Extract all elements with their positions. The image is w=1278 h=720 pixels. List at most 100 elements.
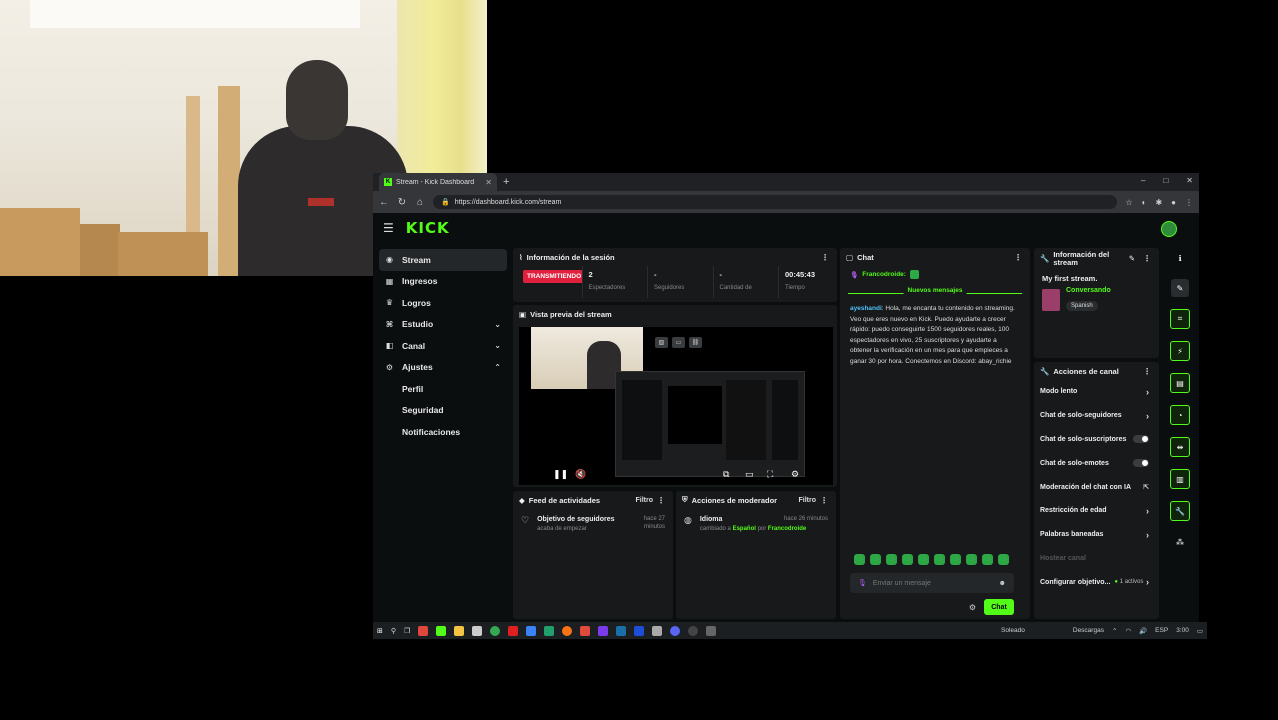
stream-category[interactable]: Conversando (1066, 287, 1111, 294)
back-icon[interactable]: ← (379, 197, 389, 208)
app-icon[interactable] (580, 625, 591, 636)
reload-icon[interactable]: ↻ (397, 197, 407, 208)
app-icon[interactable] (526, 625, 537, 636)
discord-icon[interactable] (670, 625, 681, 636)
edit-icon[interactable]: ✎ (1129, 255, 1135, 263)
sidebar-subitem-perfil[interactable]: Perfil (379, 378, 507, 400)
app-icon[interactable] (436, 625, 447, 636)
steam-icon[interactable] (616, 625, 627, 636)
emote-icon[interactable] (998, 554, 1009, 565)
filter-button[interactable]: Filtro (636, 497, 654, 504)
emote-icon[interactable] (854, 554, 865, 565)
maximize-button[interactable]: □ (1163, 176, 1168, 185)
lightning-icon[interactable]: ⚡ (1170, 341, 1190, 361)
clip-icon[interactable]: ⌗ (1170, 309, 1190, 329)
kick-logo[interactable]: KICK (406, 219, 450, 237)
emote-icon[interactable] (870, 554, 881, 565)
url-field[interactable]: 🔒 https://dashboard.kick.com/stream (433, 195, 1118, 209)
chat-send-button[interactable]: Chat (984, 599, 1014, 615)
emote-icon[interactable] (934, 554, 945, 565)
raid-icon[interactable]: ⇹ (1170, 437, 1190, 457)
menu-icon[interactable]: ⋮ (1185, 198, 1193, 207)
app-icon[interactable] (544, 625, 555, 636)
sidebar-item-ingresos[interactable]: ▦ Ingresos (379, 271, 507, 293)
more-icon[interactable]: ⋮ (820, 496, 828, 505)
emote-icon[interactable] (966, 554, 977, 565)
emote-icon[interactable] (950, 554, 961, 565)
minimize-button[interactable]: – (1141, 176, 1145, 185)
chat-bubble-icon[interactable]: ◔ (1170, 405, 1190, 425)
edit-icon[interactable]: ✎ (1171, 279, 1189, 297)
chat-username[interactable]: ayeshandi (850, 305, 882, 312)
browser-tab[interactable]: K Stream - Kick Dashboard ✕ (379, 173, 497, 191)
sidebar-item-stream[interactable]: ◉ Stream (379, 249, 507, 271)
tray-chevron-icon[interactable]: ⌃ (1112, 627, 1117, 635)
puzzle-icon[interactable]: ✱ (1155, 198, 1162, 207)
obs-icon[interactable] (688, 625, 699, 636)
mod-user[interactable]: Francodroide (768, 526, 806, 532)
emote-icon[interactable] (902, 554, 913, 565)
more-icon[interactable]: ⋮ (1143, 367, 1151, 376)
folder-icon[interactable] (454, 625, 465, 636)
action-followers-only[interactable]: Chat de solo-seguidores › (1034, 404, 1159, 428)
emote-icon[interactable] (918, 554, 929, 565)
action-emotes-only[interactable]: Chat de solo-emotes (1034, 451, 1159, 475)
filter-button[interactable]: Filtro (799, 497, 817, 504)
sidebar-subitem-notificaciones[interactable]: Notificaciones (379, 421, 507, 443)
settings-icon[interactable]: ⚙ (791, 469, 799, 480)
avatar[interactable] (1161, 221, 1177, 237)
hamburger-icon[interactable]: ☰ (383, 221, 394, 235)
emote-icon[interactable] (886, 554, 897, 565)
app-icon[interactable] (472, 625, 483, 636)
app-icon[interactable] (598, 625, 609, 636)
app-icon[interactable] (652, 625, 663, 636)
chrome-icon[interactable] (490, 625, 501, 636)
network-icon[interactable]: ◠ (1125, 627, 1131, 635)
action-configure-goal[interactable]: Configurar objetivo... ● 1 activos › (1034, 570, 1159, 594)
firefox-icon[interactable] (562, 625, 573, 636)
pause-icon[interactable]: ❚❚ (553, 469, 568, 480)
sidebar-item-estudio[interactable]: ⌘ Estudio ⌄ (379, 314, 507, 336)
document-icon[interactable]: ▤ (1170, 373, 1190, 393)
image-icon[interactable]: ▧ (655, 337, 668, 348)
sidebar-subitem-seguridad[interactable]: Seguridad (379, 400, 507, 422)
action-age-restriction[interactable]: Restricción de edad › (1034, 499, 1159, 523)
pip-icon[interactable]: ⧉ (723, 469, 729, 480)
volume-icon[interactable]: 🔊 (1139, 627, 1147, 635)
notification-icon[interactable]: ▭ (1197, 627, 1203, 635)
close-window-button[interactable]: ✕ (1186, 176, 1193, 185)
star-icon[interactable]: ☆ (1125, 198, 1132, 207)
home-icon[interactable]: ⌂ (415, 197, 425, 208)
tab-close-icon[interactable]: ✕ (485, 178, 492, 187)
app-icon[interactable] (418, 625, 429, 636)
screen-icon[interactable]: ▭ (672, 337, 685, 348)
emoji-icon[interactable]: ☻ (999, 580, 1006, 587)
info-icon[interactable]: ℹ (1171, 249, 1189, 267)
action-slow-mode[interactable]: Modo lento › (1034, 380, 1159, 404)
sidebar-item-logros[interactable]: ♛ Logros (379, 292, 507, 314)
add-widget-icon[interactable]: ⁂ (1171, 533, 1189, 551)
youtube-icon[interactable] (508, 625, 519, 636)
settings-icon[interactable] (706, 625, 717, 636)
action-subscribers-only[interactable]: Chat de solo-suscriptores (1034, 428, 1159, 452)
action-ai-moderation[interactable]: Moderación del chat con IA ⇱ (1034, 475, 1159, 499)
poll-icon[interactable]: ▥ (1170, 469, 1190, 489)
fullscreen-icon[interactable]: ⛶ (767, 469, 773, 480)
more-icon[interactable]: ⋮ (821, 253, 829, 262)
sidebar-item-ajustes[interactable]: ⚙ Ajustes ⌃ (379, 357, 507, 379)
action-banned-words[interactable]: Palabras baneadas › (1034, 523, 1159, 547)
chat-settings-icon[interactable]: ⚙ (969, 603, 976, 612)
weather-text[interactable]: Soleado (1001, 627, 1025, 634)
language-indicator[interactable]: ESP (1155, 627, 1168, 634)
windows-start-icon[interactable]: ⊞ (377, 627, 383, 635)
emote-icon[interactable] (982, 554, 993, 565)
subscribers-only-toggle[interactable] (1133, 435, 1149, 444)
theater-icon[interactable]: ▭ (745, 469, 754, 480)
chat-input[interactable]: 🎙 Enviar un mensaje ☻ (850, 573, 1014, 593)
more-icon[interactable]: ⋮ (1014, 253, 1022, 262)
sidebar-item-canal[interactable]: ◧ Canal ⌄ (379, 335, 507, 357)
search-icon[interactable]: ⚲ (391, 627, 396, 635)
more-icon[interactable]: ⋮ (1143, 255, 1151, 263)
stream-preview-video[interactable]: ▧ ▭ ⛓ ❚❚ 🔇 ⧉ ▭ ⛶ ⚙ (519, 327, 833, 485)
link-icon[interactable]: ⛓ (689, 337, 702, 348)
